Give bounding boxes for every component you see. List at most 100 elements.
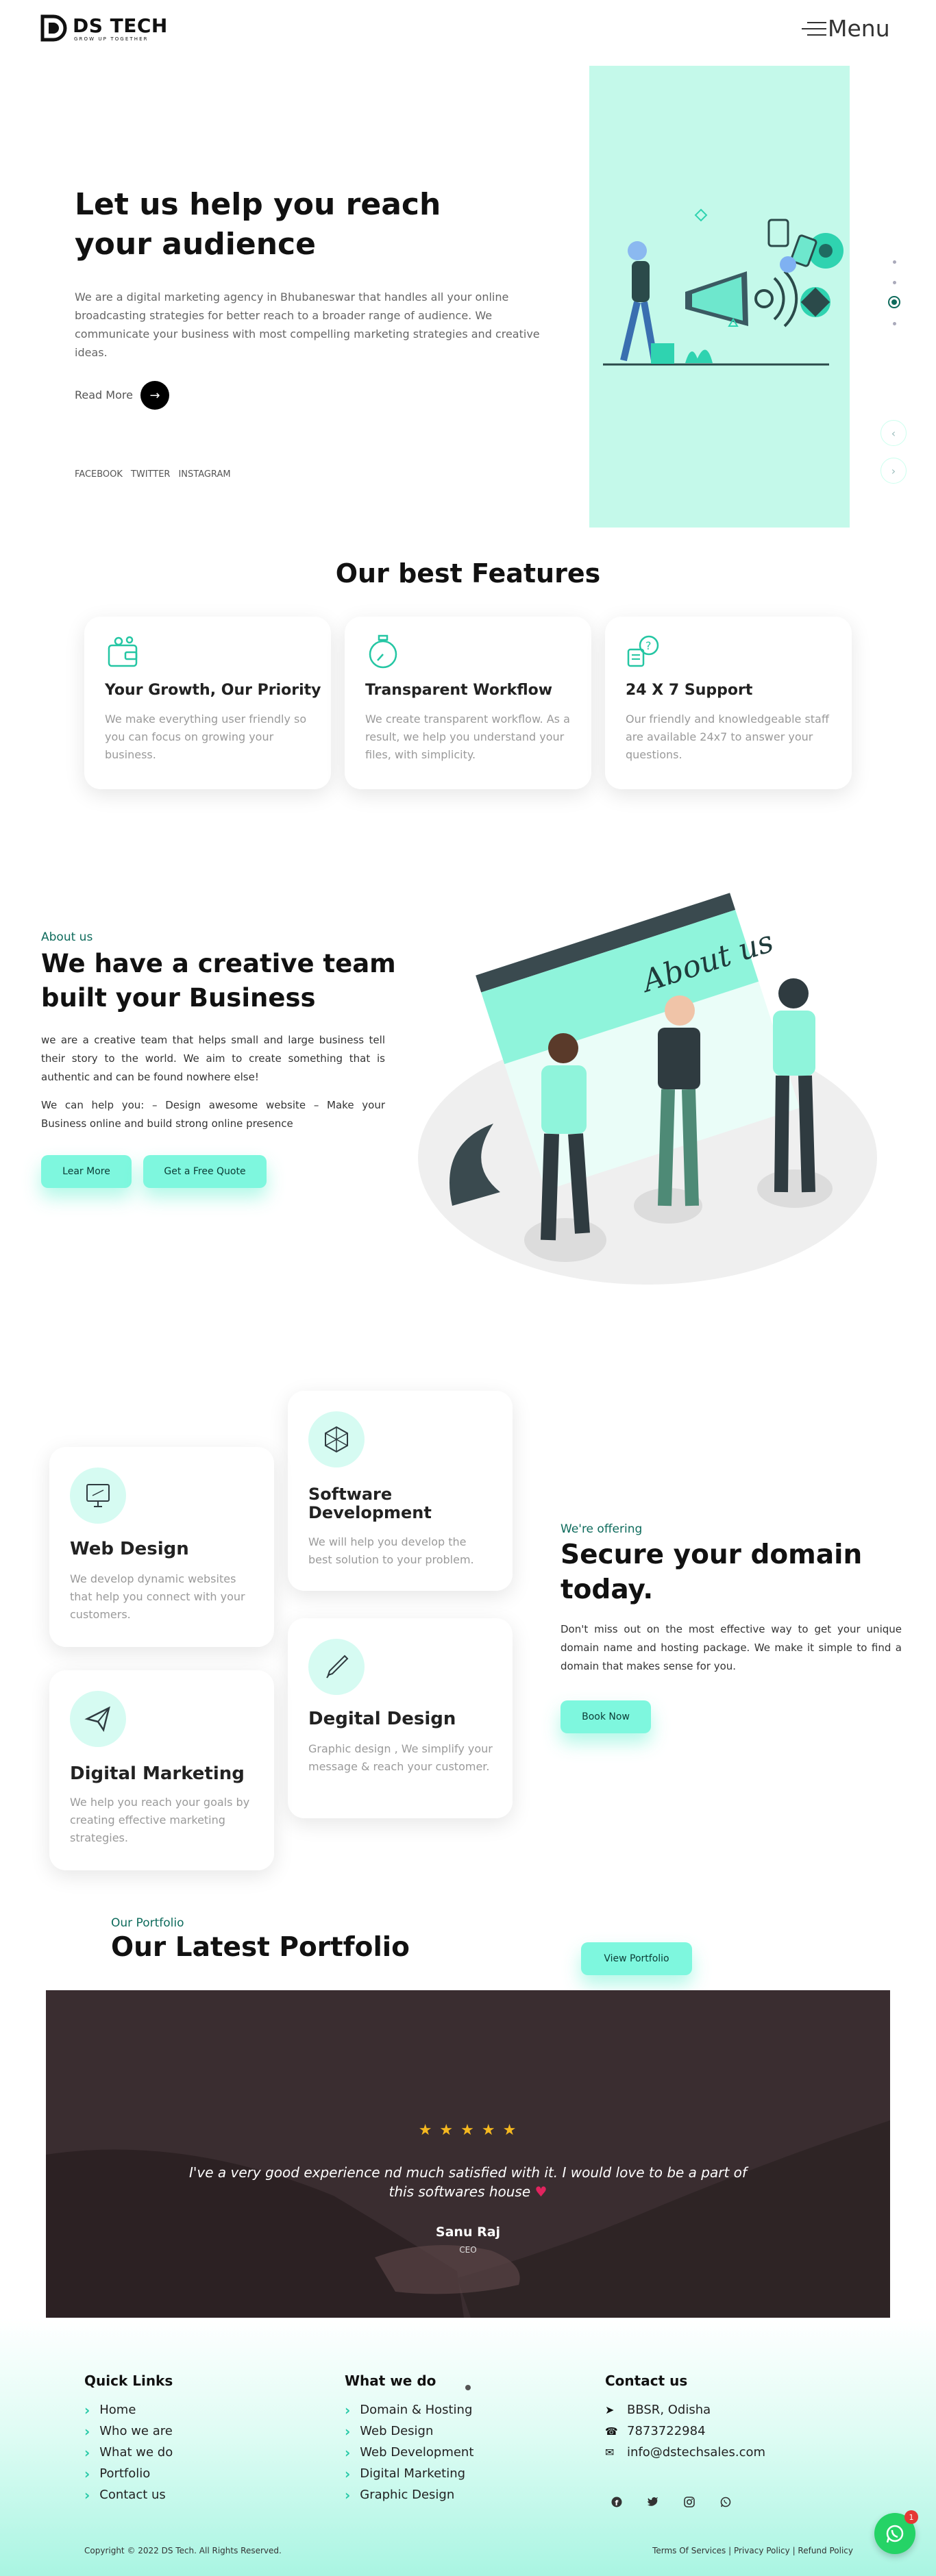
features-heading: Our best Features — [335, 558, 601, 589]
facebook-icon[interactable]: f — [605, 2490, 628, 2514]
service-title: Digital Marketing — [70, 1763, 245, 1784]
envelope-icon: ✉ — [605, 2446, 615, 2459]
twitter-link[interactable]: TWITTER — [131, 469, 171, 480]
chevron-right-icon: › — [84, 2401, 90, 2418]
whatsapp-social-icon[interactable] — [714, 2490, 737, 2514]
footer-center-dot — [465, 2385, 471, 2390]
what-we-do-title: What we do — [345, 2373, 436, 2389]
instagram-icon[interactable] — [678, 2490, 701, 2514]
service-text: Graphic design , We simplify your messag… — [308, 1742, 493, 1773]
service-text: We develop dynamic websites that help yo… — [70, 1572, 245, 1621]
whatsapp-chat-button[interactable]: 1 — [874, 2510, 918, 2554]
feature-card-support: ? 24 X 7 Support Our friendly and knowle… — [605, 617, 852, 789]
footer-link-home[interactable]: › Home — [84, 2399, 173, 2420]
instagram-link[interactable]: INSTAGRAM — [178, 469, 230, 480]
service-card-software: Software Development We will help you de… — [288, 1391, 513, 1591]
service-text: We help you reach your goals by creating… — [70, 1796, 250, 1844]
notification-badge: 1 — [904, 2510, 918, 2524]
megaphone-illustration — [603, 208, 843, 366]
slide-dot-4[interactable] — [893, 322, 896, 325]
slide-dot-active[interactable] — [888, 296, 900, 308]
chevron-right-icon: › — [345, 2465, 351, 2482]
book-now-button[interactable]: Book Now — [561, 1700, 651, 1733]
about-title: We have a creative team built your Busin… — [41, 949, 396, 1013]
footer-link-portfolio[interactable]: › Portfolio — [84, 2463, 173, 2484]
about-eyebrow: About us — [41, 930, 93, 944]
quick-links-list: › Home › Who we are › What we do › Portfolio… — [84, 2399, 173, 2505]
footer: Quick Links › Home › Who we are › What we d… — [0, 2318, 936, 2576]
portfolio-title: Our Latest Portfolio — [111, 1932, 410, 1963]
read-more-link[interactable]: Read More → — [75, 381, 177, 411]
footer-link-graphic-design[interactable]: › Graphic Design — [345, 2484, 473, 2505]
footer-link-web-development[interactable]: › Web Development — [345, 2442, 473, 2463]
service-title: Web Design — [70, 1539, 189, 1559]
chevron-right-icon: › — [345, 2423, 351, 2440]
link-label: Contact us — [99, 2488, 166, 2502]
contact-email[interactable]: ✉ info@dstechsales.com — [605, 2442, 765, 2463]
rating-stars: ★ ★ ★ ★ ★ — [418, 2122, 518, 2139]
footer-link-web-design[interactable]: › Web Design — [345, 2420, 473, 2442]
chevron-right-icon: › — [891, 464, 896, 478]
footer-link-who-we-are[interactable]: › Who we are — [84, 2420, 173, 2442]
footer-link-what-we-do[interactable]: › What we do — [84, 2442, 173, 2463]
offer-title: Secure your domain today. — [561, 1539, 863, 1605]
contact-address: ➤ BBSR, Odisha — [605, 2399, 765, 2420]
slide-dot-1[interactable] — [893, 260, 896, 264]
link-label: Digital Marketing — [360, 2466, 466, 2481]
free-quote-button[interactable]: Get a Free Quote — [143, 1155, 267, 1188]
link-label: Portfolio — [99, 2466, 151, 2481]
footer-link-domain-hosting[interactable]: › Domain & Hosting — [345, 2399, 473, 2420]
chevron-right-icon: › — [345, 2401, 351, 2418]
social-icons: f — [605, 2490, 742, 2518]
service-card-digital-marketing: Digital Marketing We help you reach your… — [49, 1670, 274, 1870]
contact-value: BBSR, Odisha — [627, 2403, 711, 2417]
slider-prev-button[interactable]: ‹ — [880, 420, 907, 446]
hexagon-cube-icon — [308, 1411, 365, 1467]
handshake-background — [46, 1990, 890, 2318]
link-label: Domain & Hosting — [360, 2403, 473, 2417]
contact-list: ➤ BBSR, Odisha ☎ 7873722984 ✉ info@dstechsa… — [605, 2399, 765, 2463]
slide-dot-2[interactable] — [893, 281, 896, 284]
chevron-right-icon: › — [345, 2486, 351, 2503]
menu-button[interactable]: Menu — [800, 15, 903, 42]
service-card-degital-design: Degital Design Graphic design , We simpl… — [288, 1618, 513, 1818]
logo-text: DS TECH — [73, 14, 168, 37]
about-paragraph-1: we are a creative team that helps small … — [41, 1034, 385, 1083]
what-we-do-list: › Domain & Hosting › Web Design › Web Devel… — [345, 2399, 473, 2505]
footer-link-digital-marketing[interactable]: › Digital Marketing — [345, 2463, 473, 2484]
hero-title: Let us help you reach your audience — [75, 187, 441, 262]
twitter-icon[interactable] — [641, 2490, 665, 2514]
service-text: We will help you develop the best soluti… — [308, 1535, 474, 1566]
chevron-right-icon: › — [84, 2486, 90, 2503]
feature-text: We create transparent workflow. As a res… — [365, 713, 570, 761]
copyright: Copyright © 2022 DS Tech. All Rights Res… — [84, 2546, 282, 2555]
chevron-right-icon: › — [84, 2465, 90, 2482]
link-label: Web Development — [360, 2445, 474, 2460]
testimonial-name: Sanu Raj — [435, 2225, 501, 2240]
read-more-label: Read More — [75, 388, 133, 401]
link-label: Who we are — [99, 2424, 173, 2438]
contact-phone[interactable]: ☎ 7873722984 — [605, 2420, 765, 2442]
legal-links[interactable]: Terms Of Services | Privacy Policy | Ref… — [641, 2546, 853, 2555]
hero-description: We are a digital marketing agency in Bhu… — [75, 290, 540, 359]
hero-social-links: FACEBOOK TWITTER INSTAGRAM — [75, 469, 231, 480]
learn-more-button[interactable]: Lear More — [41, 1155, 132, 1188]
hero-section: Let us help you reach your audience We a… — [0, 62, 936, 541]
heart-icon: ♥ — [534, 2183, 547, 2200]
about-paragraph-2: We can help you: – Design awesome websit… — [41, 1099, 385, 1130]
facebook-link[interactable]: FACEBOOK — [75, 469, 123, 480]
support-chat-icon: ? — [627, 635, 659, 667]
service-title: Degital Design — [308, 1709, 456, 1729]
logo-mark-icon — [40, 14, 67, 42]
chevron-right-icon: › — [345, 2444, 351, 2461]
link-label: Graphic Design — [360, 2488, 455, 2502]
slider-next-button[interactable]: › — [880, 458, 907, 484]
feature-text: We make everything user friendly so you … — [105, 713, 307, 761]
footer-link-contact[interactable]: › Contact us — [84, 2484, 173, 2505]
testimonial-quote: I've a very good experience nd much sati… — [189, 2164, 747, 2200]
portfolio-eyebrow: Our Portfolio — [111, 1916, 184, 1930]
wallet-icon — [108, 636, 138, 667]
view-portfolio-button[interactable]: View Portfolio — [581, 1942, 692, 1975]
feature-title: Your Growth, Our Priority — [105, 682, 321, 699]
logo[interactable]: DS TECH GROW UP TOGETHER — [40, 14, 170, 45]
